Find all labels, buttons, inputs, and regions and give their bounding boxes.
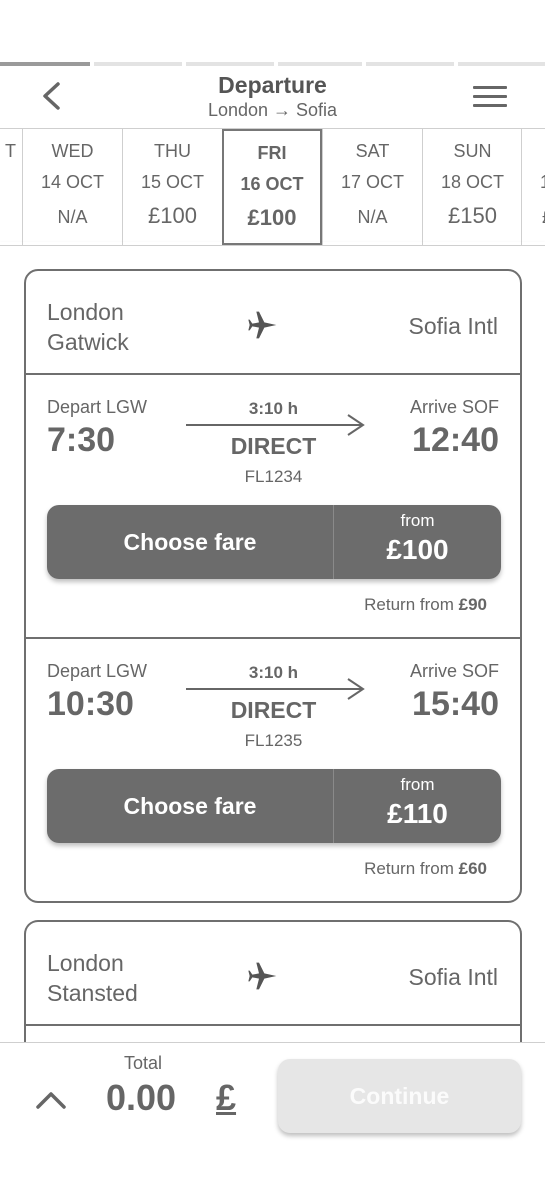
choose-fare-button[interactable]: Choose fare from £100 (47, 505, 501, 579)
back-button[interactable] (32, 76, 72, 116)
depart-label: Depart LGW (47, 397, 148, 417)
date-tile-fri-selected[interactable]: FRI 16 OCT £100 (222, 129, 322, 245)
return-price-text: Return from £90 (364, 595, 487, 615)
hamburger-menu-icon (473, 86, 507, 89)
return-prefix: Return from (364, 595, 459, 614)
return-price: £90 (458, 595, 487, 614)
depart-label: Depart LGW (47, 661, 148, 681)
date-tile-sat[interactable]: SAT 17 OCT N/A (322, 129, 422, 245)
date-tile-thu[interactable]: THU 15 OCT £100 (122, 129, 222, 245)
currency-selector[interactable]: £ (216, 1077, 236, 1119)
date-day: 17 OCT (340, 172, 405, 192)
date-dow: THU (154, 141, 191, 161)
flight-option: Depart LGW 7:30 3:10 h DIRECT FL1234 Arr… (26, 375, 520, 639)
flight-type: DIRECT (230, 697, 317, 723)
destination-airport: Sofia Intl (408, 964, 499, 990)
origin-line-1: London (47, 950, 124, 976)
flight-type: DIRECT (230, 433, 317, 459)
route-card-gatwick: London Gatwick Sofia Intl Depart LGW 7:30… (24, 269, 522, 903)
arrive-label: Arrive SOF (409, 661, 499, 681)
route-header: London Stansted Sofia Intl (26, 922, 520, 1026)
origin-line-2: Stansted (47, 980, 138, 1006)
continue-button[interactable]: Continue (278, 1059, 521, 1133)
date-day: 14 OCT (40, 172, 105, 192)
fare-price: £110 (387, 798, 448, 829)
hamburger-line (473, 104, 507, 107)
route-header: London Gatwick Sofia Intl (26, 271, 520, 375)
route-subtitle: London → Sofia (207, 100, 338, 120)
date-selector[interactable]: T WED 14 OCT N/A THU 15 OCT £100 FRI 16 … (0, 128, 545, 246)
date-price: £100 (247, 205, 297, 230)
fare-price: £100 (386, 534, 449, 565)
destination-airport: Sofia Intl (408, 313, 499, 339)
fare-from-label: from (400, 775, 435, 794)
date-price: N/A (57, 207, 88, 227)
choose-fare-button[interactable]: Choose fare from £110 (47, 769, 501, 843)
origin-line-2: Gatwick (47, 329, 129, 355)
chevron-left-icon (43, 82, 60, 110)
hamburger-line (473, 95, 507, 98)
header: Departure London → Sofia (0, 66, 545, 128)
fare-from-label: from (400, 511, 435, 530)
date-dow: WED (51, 141, 94, 161)
origin-airport: London Stansted (47, 948, 138, 1008)
menu-button[interactable] (473, 86, 507, 108)
page-title: Departure (218, 72, 327, 98)
arrive-time: 15:40 (412, 685, 499, 723)
date-dow: SUN (453, 141, 492, 161)
date-dow: SAT (355, 141, 390, 161)
date-price: £100 (148, 203, 197, 228)
date-price: £150 (448, 203, 497, 228)
date-day: 18 OCT (440, 172, 505, 192)
origin-line-1: London (47, 299, 124, 325)
return-price: £60 (458, 859, 487, 878)
date-tile-sun[interactable]: SUN 18 OCT £150 (422, 129, 522, 245)
depart-time: 10:30 (47, 685, 134, 723)
return-price-text: Return from £60 (364, 859, 487, 879)
chevron-up-icon (36, 1092, 66, 1109)
date-day: 1 (522, 172, 545, 193)
date-day: 16 OCT (240, 174, 304, 194)
date-tile-prev[interactable]: T (0, 129, 22, 245)
airplane-icon (248, 962, 277, 990)
flight-number: FL1235 (244, 731, 303, 750)
depart-time: 7:30 (47, 421, 116, 459)
expand-total-button[interactable] (30, 1079, 72, 1121)
date-tile-next[interactable]: 1 £ (521, 129, 545, 245)
title-block: Departure London → Sofia (120, 72, 425, 121)
date-price: N/A (357, 207, 388, 227)
arrive-time: 12:40 (412, 421, 499, 459)
date-day: 15 OCT (140, 172, 205, 192)
origin-airport: London Gatwick (47, 297, 129, 357)
total-value: 0.00 (106, 1077, 177, 1118)
date-dow: FRI (257, 143, 287, 163)
date-dow: T (5, 141, 16, 161)
choose-fare-label: Choose fare (47, 505, 334, 579)
flight-option: Depart LGW 10:30 3:10 h DIRECT FL1235 Ar… (26, 639, 520, 901)
date-price: £ (522, 207, 545, 228)
date-tile-wed[interactable]: WED 14 OCT N/A (22, 129, 122, 245)
choose-fare-label: Choose fare (47, 769, 334, 843)
arrive-label: Arrive SOF (409, 397, 499, 417)
total-label: Total (123, 1053, 163, 1073)
airplane-icon (248, 311, 277, 339)
flight-number: FL1234 (244, 467, 303, 486)
return-prefix: Return from (364, 859, 459, 878)
bottom-bar: Total 0.00 £ Continue (0, 1042, 545, 1180)
